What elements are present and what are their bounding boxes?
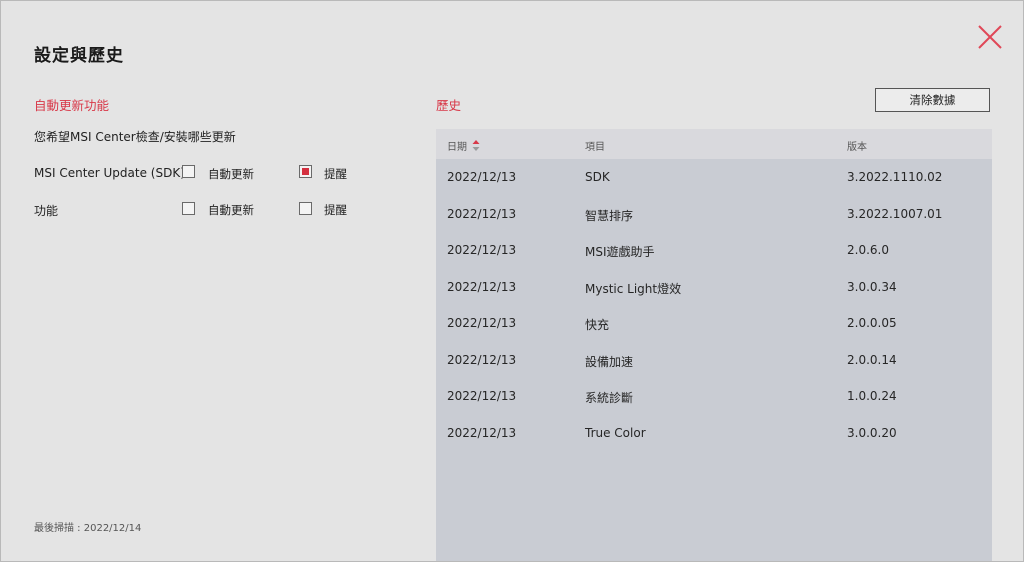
row-date: 2022/12/13 bbox=[447, 316, 517, 330]
row-version: 1.0.0.24 bbox=[847, 389, 897, 403]
row-version: 2.0.0.05 bbox=[847, 316, 897, 330]
close-button[interactable] bbox=[974, 23, 1006, 53]
column-header-item[interactable]: 項目 bbox=[585, 138, 605, 153]
table-row: 2022/12/13 Mystic Light燈效 3.0.0.34 bbox=[436, 269, 992, 305]
row-version: 3.2022.1007.01 bbox=[847, 207, 943, 221]
row-item: True Color bbox=[585, 426, 646, 440]
row-date: 2022/12/13 bbox=[447, 389, 517, 403]
row-date: 2022/12/13 bbox=[447, 353, 517, 367]
row-item: MSI遊戲助手 bbox=[585, 245, 655, 259]
history-table: 日期 項目 版本 2022/12/13 SDK 3.2022.1110.02 2… bbox=[436, 129, 992, 561]
close-icon bbox=[978, 25, 1002, 49]
feature-row-label: 功能 bbox=[34, 204, 59, 218]
row-version: 3.0.0.34 bbox=[847, 280, 897, 294]
table-row: 2022/12/13 智慧排序 3.2022.1007.01 bbox=[436, 196, 992, 232]
row-version: 3.2022.1110.02 bbox=[847, 170, 943, 184]
row-date: 2022/12/13 bbox=[447, 243, 517, 257]
sdk-auto-update-checkbox[interactable] bbox=[182, 165, 195, 178]
feature-remind-checkbox[interactable] bbox=[299, 202, 312, 215]
feature-auto-update-checkbox[interactable] bbox=[182, 202, 195, 215]
table-row: 2022/12/13 快充 2.0.0.05 bbox=[436, 305, 992, 341]
table-row: 2022/12/13 系統診斷 1.0.0.24 bbox=[436, 378, 992, 414]
row-item: Mystic Light燈效 bbox=[585, 282, 682, 296]
row-item: 快充 bbox=[585, 318, 610, 332]
clear-data-button[interactable]: 清除數據 bbox=[875, 88, 990, 112]
row-version: 3.0.0.20 bbox=[847, 426, 897, 440]
row-item: 智慧排序 bbox=[585, 209, 634, 223]
sdk-remind-checkbox[interactable] bbox=[299, 165, 312, 178]
last-scan-text: 最後掃描 : 2022/12/14 bbox=[34, 523, 142, 534]
row-version: 2.0.0.14 bbox=[847, 353, 897, 367]
row-item: 系統診斷 bbox=[585, 391, 634, 405]
sdk-auto-update-label: 自動更新 bbox=[208, 167, 254, 181]
row-item: SDK bbox=[585, 170, 610, 184]
row-version: 2.0.6.0 bbox=[847, 243, 889, 257]
row-item: 設備加速 bbox=[585, 355, 634, 369]
sort-arrows-icon[interactable] bbox=[472, 137, 480, 151]
sdk-remind-label: 提醒 bbox=[324, 167, 347, 181]
page-title: 設定與歷史 bbox=[34, 46, 124, 66]
settings-history-dialog: 設定與歷史 自動更新功能 您希望MSI Center檢查/安裝哪些更新 MSI … bbox=[0, 0, 1024, 562]
history-section-label: 歷史 bbox=[436, 98, 462, 113]
column-header-version[interactable]: 版本 bbox=[847, 138, 867, 153]
column-header-date[interactable]: 日期 bbox=[447, 138, 467, 153]
row-date: 2022/12/13 bbox=[447, 280, 517, 294]
auto-update-section-label: 自動更新功能 bbox=[34, 98, 110, 113]
row-date: 2022/12/13 bbox=[447, 170, 517, 184]
feature-auto-update-label: 自動更新 bbox=[208, 203, 254, 217]
table-row: 2022/12/13 True Color 3.0.0.20 bbox=[436, 415, 992, 451]
row-date: 2022/12/13 bbox=[447, 207, 517, 221]
row-date: 2022/12/13 bbox=[447, 426, 517, 440]
table-row: 2022/12/13 設備加速 2.0.0.14 bbox=[436, 342, 992, 378]
table-row: 2022/12/13 SDK 3.2022.1110.02 bbox=[436, 159, 992, 195]
sdk-row-label: MSI Center Update (SDK) bbox=[34, 166, 185, 180]
auto-update-description: 您希望MSI Center檢查/安裝哪些更新 bbox=[34, 130, 236, 144]
history-table-header: 日期 項目 版本 bbox=[436, 129, 992, 159]
feature-remind-label: 提醒 bbox=[324, 203, 347, 217]
table-row: 2022/12/13 MSI遊戲助手 2.0.6.0 bbox=[436, 232, 992, 268]
